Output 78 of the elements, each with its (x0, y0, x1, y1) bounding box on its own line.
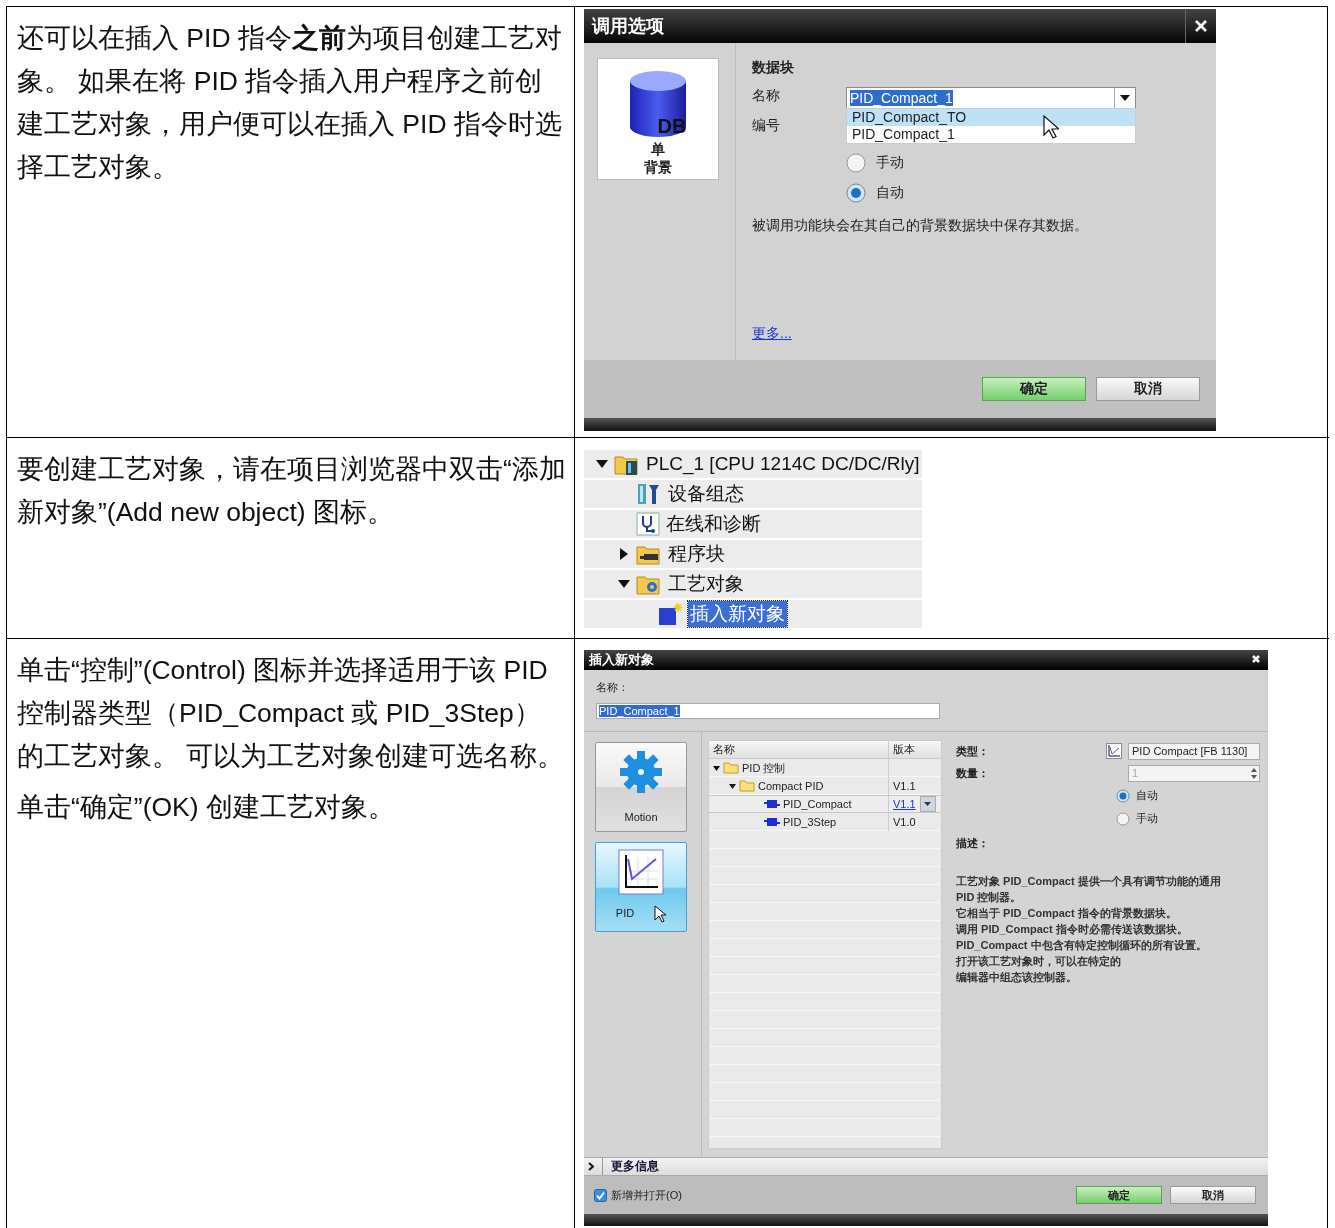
instruction-text: 还可以在插入 PID 指令之前为项目创建工艺对象。 如果在将 PID 指令插入用户程序之前创建工艺对象，用户便可以在插入 PID 指令时选择工艺对象。 (17, 22, 563, 184)
item-name: PID_Compact (783, 798, 852, 810)
line-chart-icon (1106, 743, 1122, 759)
dropdown-option[interactable]: PID_Compact_TO (847, 109, 1135, 126)
field-label: 名称： (596, 680, 630, 695)
tile-label: 单 背景 (644, 140, 672, 176)
tree-item[interactable]: 程序块 (666, 541, 727, 567)
instance-type-tile[interactable]: DB 单 背景 (597, 58, 719, 180)
dropdown-option[interactable]: PID_Compact_1 (847, 126, 1135, 143)
info-text: 被调用功能块会在其自己的背景数据块中保存其数据。 (752, 217, 1089, 235)
radio-label: 手动 (1136, 811, 1158, 826)
tile-label: PID (615, 906, 635, 919)
close-icon (1193, 18, 1209, 34)
checkbox-label: 新增并打开(O) (611, 1187, 682, 1203)
dropdown-caret-icon (924, 802, 932, 806)
device-wrench-icon (636, 482, 662, 506)
field-label: 类型： (956, 743, 989, 759)
table-row[interactable]: PID_3Step V1.0 (709, 813, 941, 831)
item-name: Compact PID (758, 780, 824, 792)
item-name: PID_3Step (783, 816, 837, 828)
field-label: 名称 (752, 87, 781, 105)
tree-item[interactable]: 插入新对象 (688, 601, 787, 627)
table-row[interactable]: PID 控制 (709, 759, 941, 777)
ok-button[interactable]: 确定 (982, 377, 1086, 401)
function-block-icon (764, 799, 780, 809)
mouse-pointer-icon (654, 905, 667, 923)
more-link[interactable]: 更多... (752, 325, 792, 343)
more-info-bar[interactable]: 更多信息 (584, 1157, 1268, 1176)
function-block-icon (764, 817, 780, 827)
tile-label: Motion (624, 811, 658, 823)
checkbox[interactable] (594, 1188, 607, 1202)
version-text: V1.1 (893, 780, 916, 792)
field-label: 编号 (752, 117, 781, 135)
expanded-caret-icon[interactable] (618, 580, 630, 588)
collapsed-caret-icon[interactable] (620, 548, 628, 560)
version-text: V1.0 (893, 816, 916, 828)
folder-icon (723, 762, 739, 774)
ok-button[interactable]: 确定 (1076, 1186, 1162, 1204)
instruction-text: 单击“确定”(OK) 创建工艺对象。 (17, 791, 396, 824)
cancel-button[interactable]: 取消 (1170, 1186, 1256, 1204)
column-header: 名称 (709, 741, 889, 758)
table-row[interactable]: PID_Compact V1.1 (709, 795, 941, 813)
gear-icon (618, 749, 664, 795)
collapsed-caret-icon (588, 1162, 594, 1171)
field-label: 数量： (956, 765, 989, 781)
radio-button[interactable] (1116, 811, 1130, 826)
folder-icon (739, 780, 755, 792)
name-combo-box[interactable]: PID_Compact_1 (846, 87, 1136, 109)
name-input-field[interactable]: PID_Compact_1 (596, 703, 940, 719)
category-tile[interactable]: Motion (595, 742, 687, 832)
radio-button[interactable] (846, 183, 866, 203)
new-object-icon (658, 602, 684, 626)
type-field: PID Compact [FB 1130] (1128, 742, 1260, 760)
radio-label: 自动 (1136, 788, 1158, 803)
version-text: V1.1 (893, 798, 916, 810)
icon-caption: DB (657, 115, 687, 138)
expanded-caret-icon[interactable] (596, 460, 608, 468)
cancel-button[interactable]: 取消 (1096, 377, 1200, 401)
dialog-title: 调用选项 (590, 15, 664, 38)
radio-button[interactable] (1116, 788, 1130, 803)
radio-button[interactable] (846, 153, 866, 173)
instruction-text: 单击“控制”(Control) 图标并选择适用于该 PID 控制器类型（PID_Compact 或 PID_3Step）的工艺对象。 可以为工艺对象创建可选名称。 (17, 654, 566, 773)
column-header: 版本 (892, 742, 916, 757)
category-tile[interactable]: PID (595, 842, 687, 932)
radio-label: 自动 (876, 184, 904, 202)
mouse-pointer-icon (1043, 115, 1059, 139)
dropdown-caret-icon (1120, 95, 1130, 101)
field-label: 描述： (956, 836, 990, 851)
instruction-text: 要创建工艺对象，请在项目浏览器中双击“添加新对象”(Add new object) 图标。 (17, 453, 566, 529)
dialog-title: 插入新对象 (589, 651, 654, 669)
spinner-arrows-icon (1249, 766, 1259, 780)
section-heading: 数据块 (752, 59, 795, 77)
version-dropdown-button[interactable] (919, 796, 936, 812)
line-chart-icon (618, 849, 664, 895)
radio-label: 手动 (876, 154, 904, 172)
item-name: PID 控制 (742, 760, 786, 776)
description-text: 工艺对象 PID_Compact 提供一个具有调节功能的通用 PID 控制器。 它相当于 PID_Compact 指令的背景数据块。 调用 PID_Compact 指令时必需传送该数据块。 PID_Compact 中包含有特定控制循环的所有设置。 打开该工艺对象时，可以在特定的 编辑器中组态该控制器。 (956, 874, 1222, 985)
close-icon (1250, 653, 1262, 665)
